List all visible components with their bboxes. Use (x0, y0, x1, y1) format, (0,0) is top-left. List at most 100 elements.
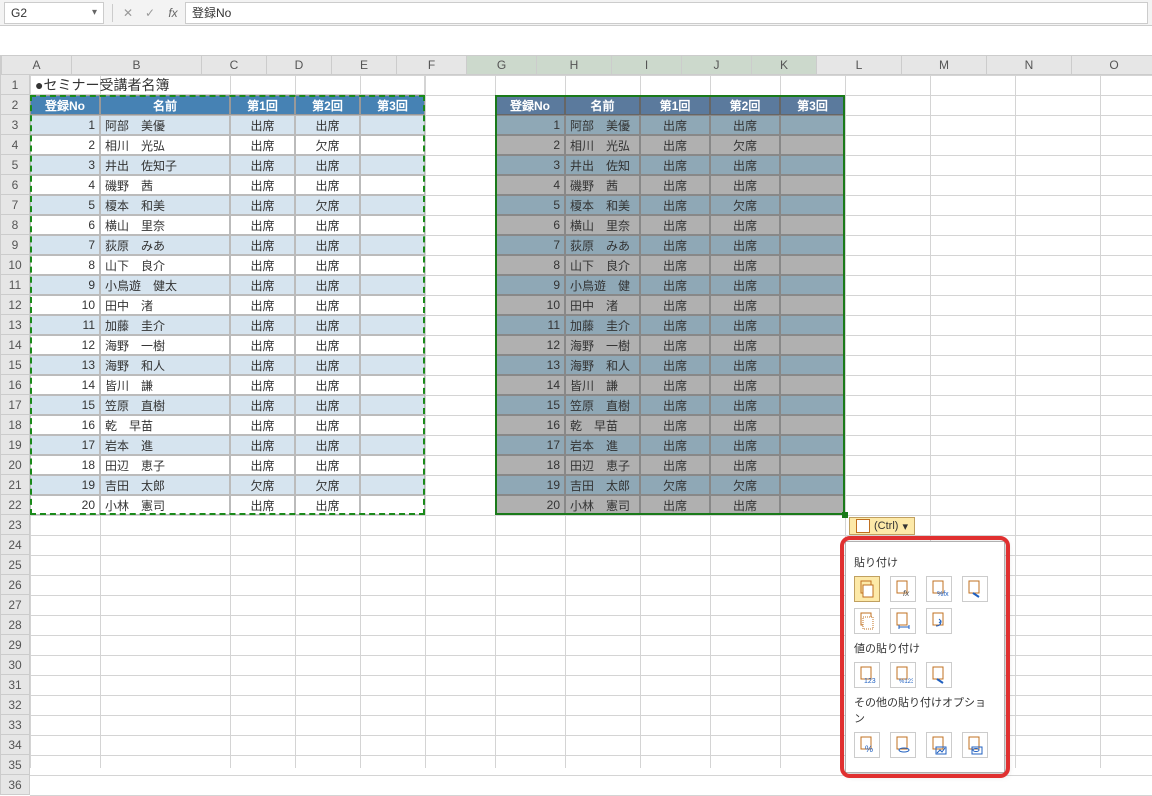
cell[interactable]: 欠席 (295, 135, 360, 155)
cell[interactable]: 出席 (295, 455, 360, 475)
cell[interactable]: 出席 (230, 435, 295, 455)
row-header-13[interactable]: 13 (0, 315, 30, 335)
row-header-26[interactable]: 26 (0, 575, 30, 595)
cell[interactable]: 出席 (295, 315, 360, 335)
cell[interactable] (780, 295, 845, 315)
cell[interactable]: 15 (495, 395, 565, 415)
cell[interactable]: 榎本 和美 (565, 195, 640, 215)
cell[interactable]: 名前 (100, 95, 230, 115)
cell[interactable]: 16 (495, 415, 565, 435)
cell[interactable]: 小林 憲司 (100, 495, 230, 515)
cell[interactable]: 出席 (640, 255, 710, 275)
cell[interactable]: 相川 光弘 (100, 135, 230, 155)
cell[interactable]: 出席 (295, 155, 360, 175)
cell[interactable] (780, 135, 845, 155)
cell[interactable]: 14 (30, 375, 100, 395)
column-header-M[interactable]: M (902, 55, 987, 75)
cell[interactable]: 20 (30, 495, 100, 515)
cell[interactable] (360, 155, 425, 175)
cell[interactable] (360, 435, 425, 455)
row-header-36[interactable]: 36 (0, 775, 30, 795)
cell[interactable]: 4 (30, 175, 100, 195)
cell[interactable]: 12 (30, 335, 100, 355)
cell[interactable] (780, 375, 845, 395)
paste-keep-source-formatting-button[interactable] (962, 576, 988, 602)
cell[interactable]: 出席 (230, 255, 295, 275)
cell[interactable] (780, 275, 845, 295)
cell[interactable]: 出席 (710, 335, 780, 355)
cell[interactable]: 出席 (710, 215, 780, 235)
cell[interactable]: 出席 (230, 415, 295, 435)
cell[interactable]: 16 (30, 415, 100, 435)
cell[interactable]: 乾 早苗 (100, 415, 230, 435)
cell[interactable]: 出席 (230, 275, 295, 295)
cell[interactable]: 出席 (710, 455, 780, 475)
row-header-30[interactable]: 30 (0, 655, 30, 675)
column-header-J[interactable]: J (682, 55, 752, 75)
cell[interactable]: 出席 (295, 335, 360, 355)
cell[interactable]: 1 (495, 115, 565, 135)
cell[interactable]: 出席 (640, 335, 710, 355)
cell[interactable]: 出席 (710, 355, 780, 375)
column-header-E[interactable]: E (332, 55, 397, 75)
cell[interactable]: 出席 (710, 495, 780, 515)
cell[interactable]: 磯野 茜 (100, 175, 230, 195)
cell[interactable]: 4 (495, 175, 565, 195)
cell[interactable]: 19 (495, 475, 565, 495)
cell[interactable]: 出席 (710, 155, 780, 175)
cell[interactable]: 出席 (230, 155, 295, 175)
paste-formulas-number-format-button[interactable]: %fx (926, 576, 952, 602)
cell[interactable] (780, 115, 845, 135)
cell[interactable]: 出席 (640, 355, 710, 375)
cell[interactable]: 出席 (710, 235, 780, 255)
row-header-24[interactable]: 24 (0, 535, 30, 555)
row-header-27[interactable]: 27 (0, 595, 30, 615)
cell[interactable]: 出席 (230, 235, 295, 255)
cell[interactable]: 5 (30, 195, 100, 215)
cell[interactable]: 出席 (230, 195, 295, 215)
cell[interactable]: 15 (30, 395, 100, 415)
cell[interactable] (360, 375, 425, 395)
cell[interactable]: 出席 (710, 295, 780, 315)
cell[interactable]: 小鳥遊 健 (565, 275, 640, 295)
row-header-18[interactable]: 18 (0, 415, 30, 435)
cell[interactable]: 笠原 直樹 (100, 395, 230, 415)
cell[interactable]: 井出 佐知子 (100, 155, 230, 175)
cell[interactable]: 7 (30, 235, 100, 255)
row-header-16[interactable]: 16 (0, 375, 30, 395)
cell[interactable]: 出席 (295, 175, 360, 195)
cell[interactable]: 5 (495, 195, 565, 215)
cell[interactable] (780, 215, 845, 235)
cell[interactable]: 榎本 和美 (100, 195, 230, 215)
row-header-5[interactable]: 5 (0, 155, 30, 175)
cell[interactable]: 出席 (640, 455, 710, 475)
cell[interactable]: 出席 (710, 395, 780, 415)
cell[interactable] (780, 455, 845, 475)
cell[interactable]: 出席 (230, 375, 295, 395)
cell[interactable] (780, 175, 845, 195)
cell[interactable]: 出席 (295, 235, 360, 255)
paste-no-borders-button[interactable] (854, 608, 880, 634)
row-header-23[interactable]: 23 (0, 515, 30, 535)
cell[interactable]: 10 (495, 295, 565, 315)
row-header-7[interactable]: 7 (0, 195, 30, 215)
cell[interactable] (360, 495, 425, 515)
row-header-14[interactable]: 14 (0, 335, 30, 355)
cell[interactable] (360, 295, 425, 315)
cell[interactable] (780, 235, 845, 255)
cell[interactable]: 出席 (710, 315, 780, 335)
cell[interactable] (360, 415, 425, 435)
cell[interactable]: 出席 (295, 115, 360, 135)
cell[interactable]: 第2回 (710, 95, 780, 115)
row-header-35[interactable]: 35 (0, 755, 30, 775)
cell[interactable] (360, 135, 425, 155)
cell[interactable] (780, 475, 845, 495)
row-header-12[interactable]: 12 (0, 295, 30, 315)
paste-values-number-format-button[interactable]: %123 (890, 662, 916, 688)
cell[interactable]: 出席 (640, 395, 710, 415)
cell[interactable]: 出席 (640, 315, 710, 335)
cell[interactable]: 第3回 (780, 95, 845, 115)
cell[interactable]: 19 (30, 475, 100, 495)
row-header-28[interactable]: 28 (0, 615, 30, 635)
column-header-O[interactable]: O (1072, 55, 1152, 75)
